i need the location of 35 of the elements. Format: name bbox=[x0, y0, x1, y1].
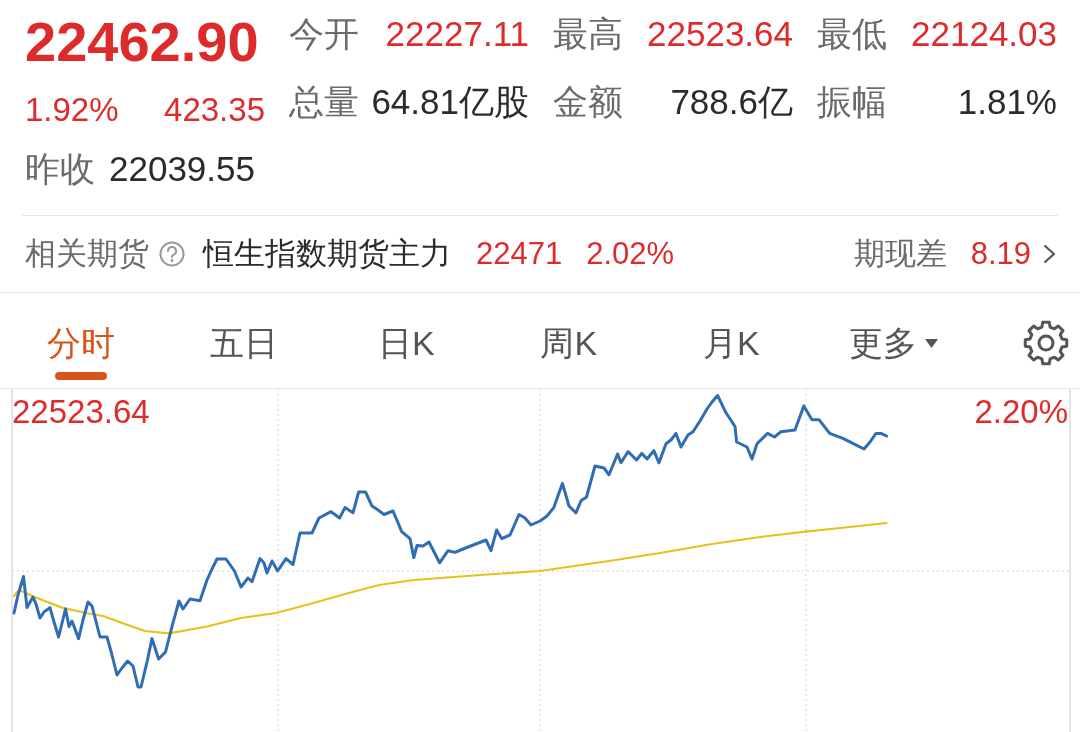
stat-label: 最低 bbox=[817, 13, 887, 55]
stat-value: 22227.11 bbox=[385, 13, 529, 55]
stat-label: 最高 bbox=[553, 13, 623, 55]
stat-value: 22039.55 bbox=[109, 148, 255, 190]
stat-value: 1.81% bbox=[957, 81, 1057, 123]
futures-contract: 恒生指数期货主力 bbox=[203, 235, 451, 273]
basis-label: 期现差 bbox=[853, 235, 947, 273]
tab[interactable]: 日K bbox=[325, 322, 488, 380]
tab[interactable]: 分时 bbox=[0, 322, 163, 380]
stat-label: 振幅 bbox=[817, 81, 887, 123]
tab[interactable]: 更多 bbox=[812, 322, 975, 380]
max-percent-label: 2.20% bbox=[974, 392, 1068, 432]
index-price: 22462.90 bbox=[25, 11, 259, 73]
futures-price: 22471 bbox=[476, 235, 563, 273]
caret-icon bbox=[925, 338, 939, 348]
stat-label: 今开 bbox=[289, 13, 359, 55]
stat-label: 总量 bbox=[289, 81, 359, 123]
settings-icon[interactable] bbox=[1023, 320, 1069, 366]
change-percent: 1.92% bbox=[25, 90, 119, 130]
change-amount: 423.35 bbox=[164, 90, 265, 130]
chevron-right-icon[interactable] bbox=[1043, 244, 1056, 264]
max-price-label: 22523.64 bbox=[12, 392, 150, 432]
basis-value: 8.19 bbox=[970, 235, 1031, 273]
tab[interactable]: 月K bbox=[650, 322, 813, 380]
futures-change-percent: 2.02% bbox=[586, 235, 675, 273]
futures-label: 相关期货 bbox=[25, 235, 149, 273]
stat-value: 22124.03 bbox=[911, 13, 1057, 55]
stat-value: 64.81亿股 bbox=[371, 81, 529, 123]
stat-label: 金额 bbox=[553, 81, 623, 123]
stat-label: 昨收 bbox=[25, 148, 95, 190]
tab[interactable]: 五日 bbox=[162, 322, 325, 380]
help-icon[interactable] bbox=[159, 241, 185, 267]
tab[interactable]: 周K bbox=[487, 322, 650, 380]
stat-value: 788.6亿 bbox=[670, 81, 793, 123]
stat-value: 22523.64 bbox=[647, 13, 793, 55]
